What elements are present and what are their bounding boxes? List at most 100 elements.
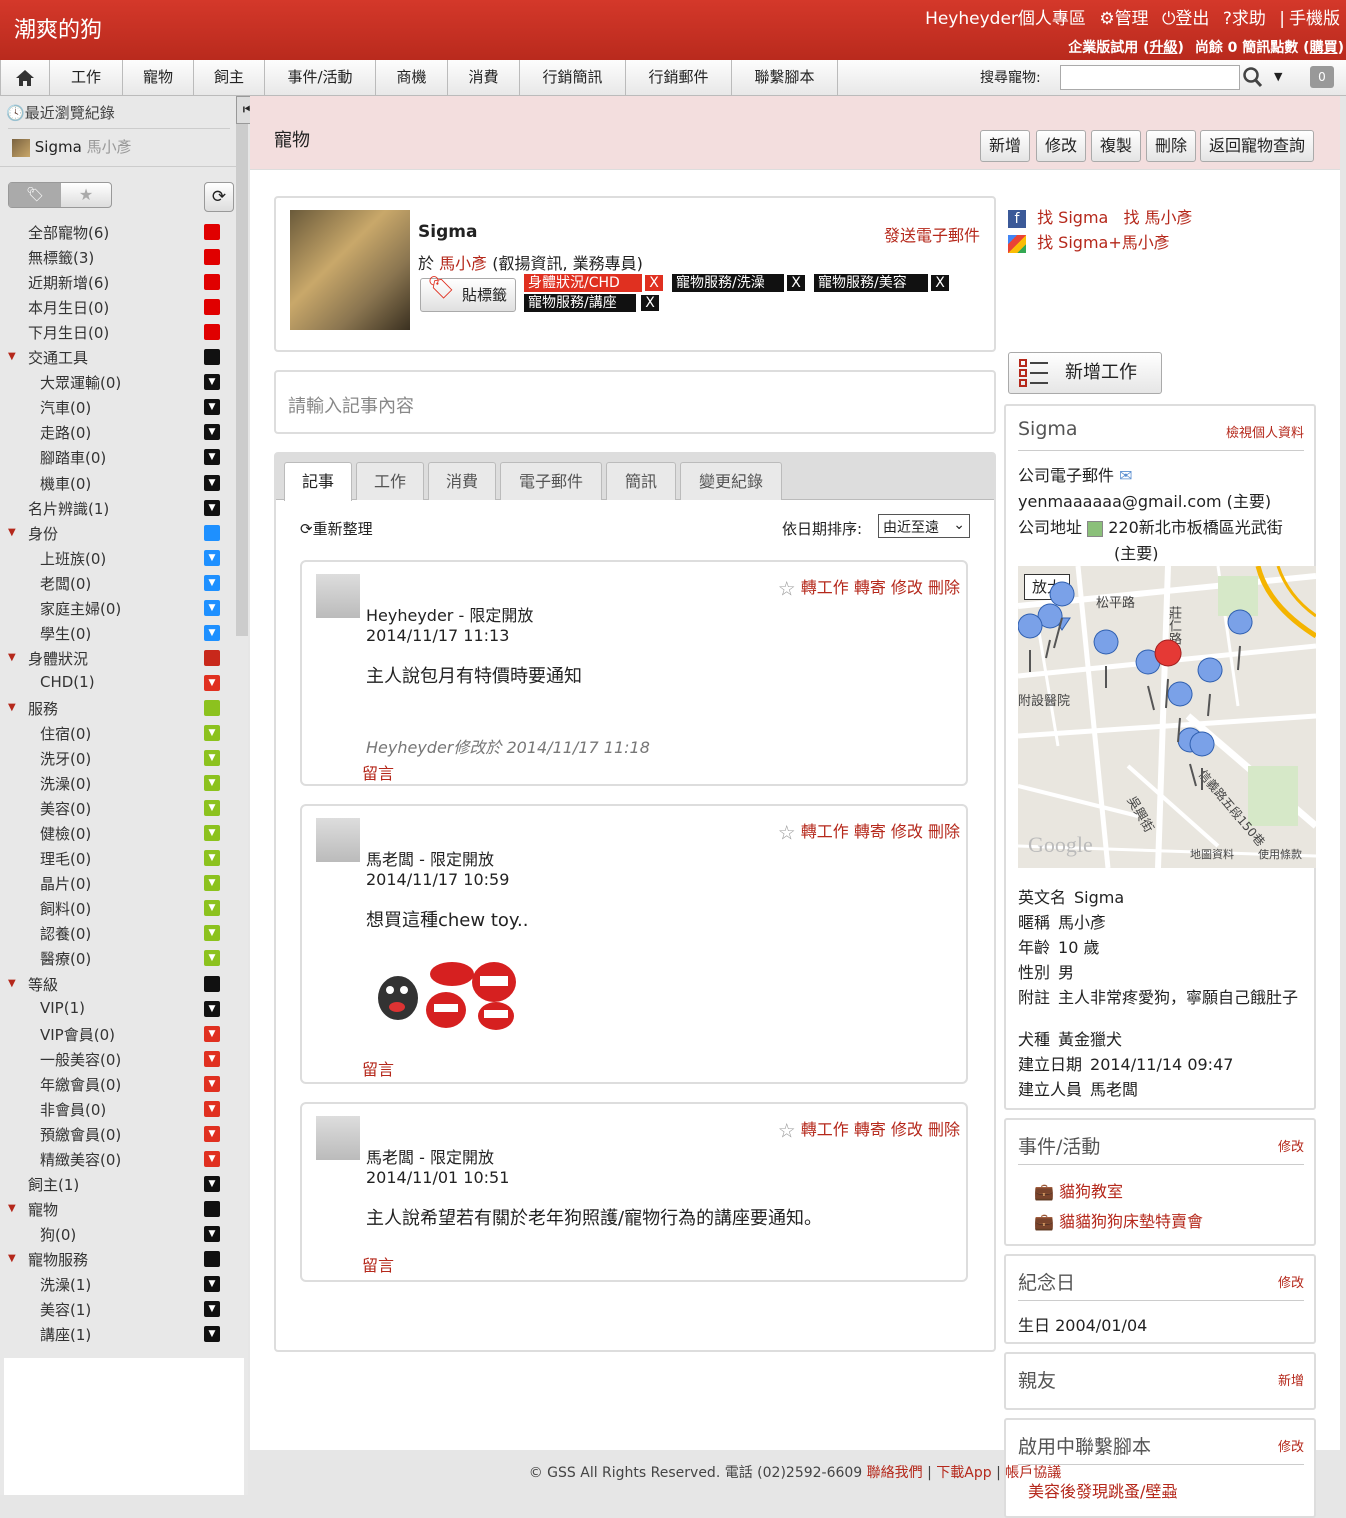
remove-tag-button[interactable]: X xyxy=(640,294,660,312)
tag-label[interactable]: 寵物服務/講座 xyxy=(524,294,636,312)
tree-item[interactable]: 近期新增(6) xyxy=(28,272,109,293)
tag-color-swatch[interactable] xyxy=(204,1201,220,1217)
note-input[interactable]: 請輸入記事內容 xyxy=(274,370,996,434)
tag-color-swatch[interactable] xyxy=(204,274,220,290)
map-data-link[interactable]: 地圖資料 xyxy=(1190,846,1234,862)
tree-item[interactable]: 學生(0) xyxy=(40,623,91,644)
tab-email[interactable]: 電子郵件 xyxy=(500,462,602,500)
tree-item[interactable]: 精緻美容(0) xyxy=(40,1149,121,1170)
tree-item[interactable]: 身份 xyxy=(28,523,58,544)
tag-dropdown-icon[interactable]: ▼ xyxy=(204,500,220,516)
copy-button[interactable]: 複製 xyxy=(1091,130,1141,162)
tree-item[interactable]: 洗澡(0) xyxy=(40,773,91,794)
tag-dropdown-icon[interactable]: ▼ xyxy=(204,675,220,691)
menu-contact-scripts[interactable]: 聯繫腳本 xyxy=(732,60,838,95)
help-link[interactable]: ?求助 xyxy=(1223,9,1266,29)
tree-item[interactable]: 一般美容(0) xyxy=(40,1049,121,1070)
tag-label[interactable]: 身體狀況/CHD xyxy=(524,274,642,292)
tree-item[interactable]: 老闆(0) xyxy=(40,573,91,594)
tag-dropdown-icon[interactable]: ▼ xyxy=(204,449,220,465)
tag-dropdown-icon[interactable]: ▼ xyxy=(204,1026,220,1042)
tree-item[interactable]: 認養(0) xyxy=(40,923,91,944)
edit-button[interactable]: 修改 xyxy=(1036,130,1086,162)
tag-label[interactable]: 寵物服務/美容 xyxy=(814,274,928,292)
tag-filter-button[interactable]: 🏷 xyxy=(9,183,61,207)
tree-item[interactable]: 美容(0) xyxy=(40,798,91,819)
tag-dropdown-icon[interactable]: ▼ xyxy=(204,950,220,966)
expand-arrow-icon[interactable]: ▼ xyxy=(8,702,16,713)
remove-tag-button[interactable]: X xyxy=(786,274,806,292)
star-icon[interactable]: ☆ xyxy=(778,1119,796,1143)
tag-dropdown-icon[interactable]: ▼ xyxy=(204,800,220,816)
add-tag-button[interactable]: 🏷 貼標籤 xyxy=(420,276,516,312)
tree-item[interactable]: 腳踏車(0) xyxy=(40,447,106,468)
brand-logo[interactable]: 潮爽的狗 xyxy=(14,12,102,44)
tag-color-swatch[interactable] xyxy=(204,299,220,315)
tree-item[interactable]: VIP會員(0) xyxy=(40,1024,115,1045)
tree-item[interactable]: 上班族(0) xyxy=(40,548,106,569)
menu-marketing-sms[interactable]: 行銷簡訊 xyxy=(520,60,626,95)
expand-arrow-icon[interactable]: ▼ xyxy=(8,1253,16,1264)
sidebar-scrollbar[interactable] xyxy=(236,96,248,636)
tag-dropdown-icon[interactable]: ▼ xyxy=(204,1051,220,1067)
reorganize-link[interactable]: ⟳重新整理 xyxy=(300,518,373,539)
tree-item[interactable]: 飼料(0) xyxy=(40,898,91,919)
tree-item[interactable]: 大眾運輸(0) xyxy=(40,372,121,393)
sort-select[interactable]: 由近至遠 ⌄ xyxy=(878,514,970,538)
user-area-link[interactable]: Heyheyder個人專區 xyxy=(925,9,1086,29)
expand-arrow-icon[interactable]: ▼ xyxy=(8,978,16,989)
event-link[interactable]: 貓狗教室 xyxy=(1059,1182,1123,1201)
tag-dropdown-icon[interactable]: ▼ xyxy=(204,1226,220,1242)
send-email-link[interactable]: 發送電子郵件 xyxy=(884,222,980,246)
facebook-find-owner-link[interactable]: 找 馬小彥 xyxy=(1123,208,1192,227)
comment-link[interactable]: 留言 xyxy=(362,1252,394,1276)
search-icon[interactable] xyxy=(1242,65,1264,89)
post-action-links[interactable]: 轉工作 轉寄 修改 刪除 xyxy=(801,822,960,841)
tag-dropdown-icon[interactable]: ▼ xyxy=(204,475,220,491)
menu-jobs[interactable]: 工作 xyxy=(50,60,123,95)
tag-dropdown-icon[interactable]: ▼ xyxy=(204,575,220,591)
manage-link[interactable]: ⚙管理 xyxy=(1099,9,1148,29)
map-terms-link[interactable]: 使用條款 xyxy=(1258,846,1302,862)
remove-tag-button[interactable]: X xyxy=(930,274,950,292)
tag-dropdown-icon[interactable]: ▼ xyxy=(204,1176,220,1192)
back-to-search-button[interactable]: 返回寵物查詢 xyxy=(1200,130,1314,162)
tag-dropdown-icon[interactable]: ▼ xyxy=(204,1001,220,1017)
tree-item[interactable]: 機車(0) xyxy=(40,473,91,494)
tree-item[interactable]: 飼主(1) xyxy=(28,1174,79,1195)
post-action-links[interactable]: 轉工作 轉寄 修改 刪除 xyxy=(801,578,960,597)
tree-item[interactable]: 名片辨識(1) xyxy=(28,498,109,519)
tag-color-swatch[interactable] xyxy=(204,1251,220,1267)
tab-sms[interactable]: 簡訊 xyxy=(606,462,676,500)
tag-color-swatch[interactable] xyxy=(204,324,220,340)
event-link[interactable]: 貓貓狗狗床墊特賣會 xyxy=(1059,1212,1203,1231)
tree-item[interactable]: 洗牙(0) xyxy=(40,748,91,769)
tag-dropdown-icon[interactable]: ▼ xyxy=(204,750,220,766)
expand-arrow-icon[interactable]: ▼ xyxy=(8,527,16,538)
tag-dropdown-icon[interactable]: ▼ xyxy=(204,550,220,566)
remove-tag-button[interactable]: X xyxy=(644,274,664,292)
star-icon[interactable]: ☆ xyxy=(778,821,796,845)
tag-dropdown-icon[interactable]: ▼ xyxy=(204,875,220,891)
tree-item[interactable]: 等級 xyxy=(28,974,58,995)
tree-item[interactable]: 本月生日(0) xyxy=(28,297,109,318)
tree-item[interactable]: 年繳會員(0) xyxy=(40,1074,121,1095)
star-filter-button[interactable]: ★ xyxy=(61,183,111,207)
tree-item[interactable]: VIP(1) xyxy=(40,999,85,1017)
tag-dropdown-icon[interactable]: ▼ xyxy=(204,374,220,390)
tag-dropdown-icon[interactable]: ▼ xyxy=(204,1326,220,1342)
menu-consumption[interactable]: 消費 xyxy=(448,60,520,95)
memorial-edit-link[interactable]: 修改 xyxy=(1278,1272,1304,1291)
tag-dropdown-icon[interactable]: ▼ xyxy=(204,900,220,916)
add-button[interactable]: 新增 xyxy=(980,130,1030,162)
tab-consumption[interactable]: 消費 xyxy=(428,462,496,500)
tree-item[interactable]: 下月生日(0) xyxy=(28,322,109,343)
envelope-icon[interactable]: ✉ xyxy=(1119,466,1132,485)
buy-link[interactable]: 購買 xyxy=(1310,40,1338,56)
map-icon[interactable] xyxy=(1087,520,1104,537)
tree-item[interactable]: 全部寵物(6) xyxy=(28,222,109,243)
search-input[interactable] xyxy=(1060,65,1240,90)
facebook-find-pet-link[interactable]: 找 Sigma xyxy=(1037,208,1108,227)
tag-dropdown-icon[interactable]: ▼ xyxy=(204,399,220,415)
tag-label[interactable]: 寵物服務/洗澡 xyxy=(672,274,784,292)
